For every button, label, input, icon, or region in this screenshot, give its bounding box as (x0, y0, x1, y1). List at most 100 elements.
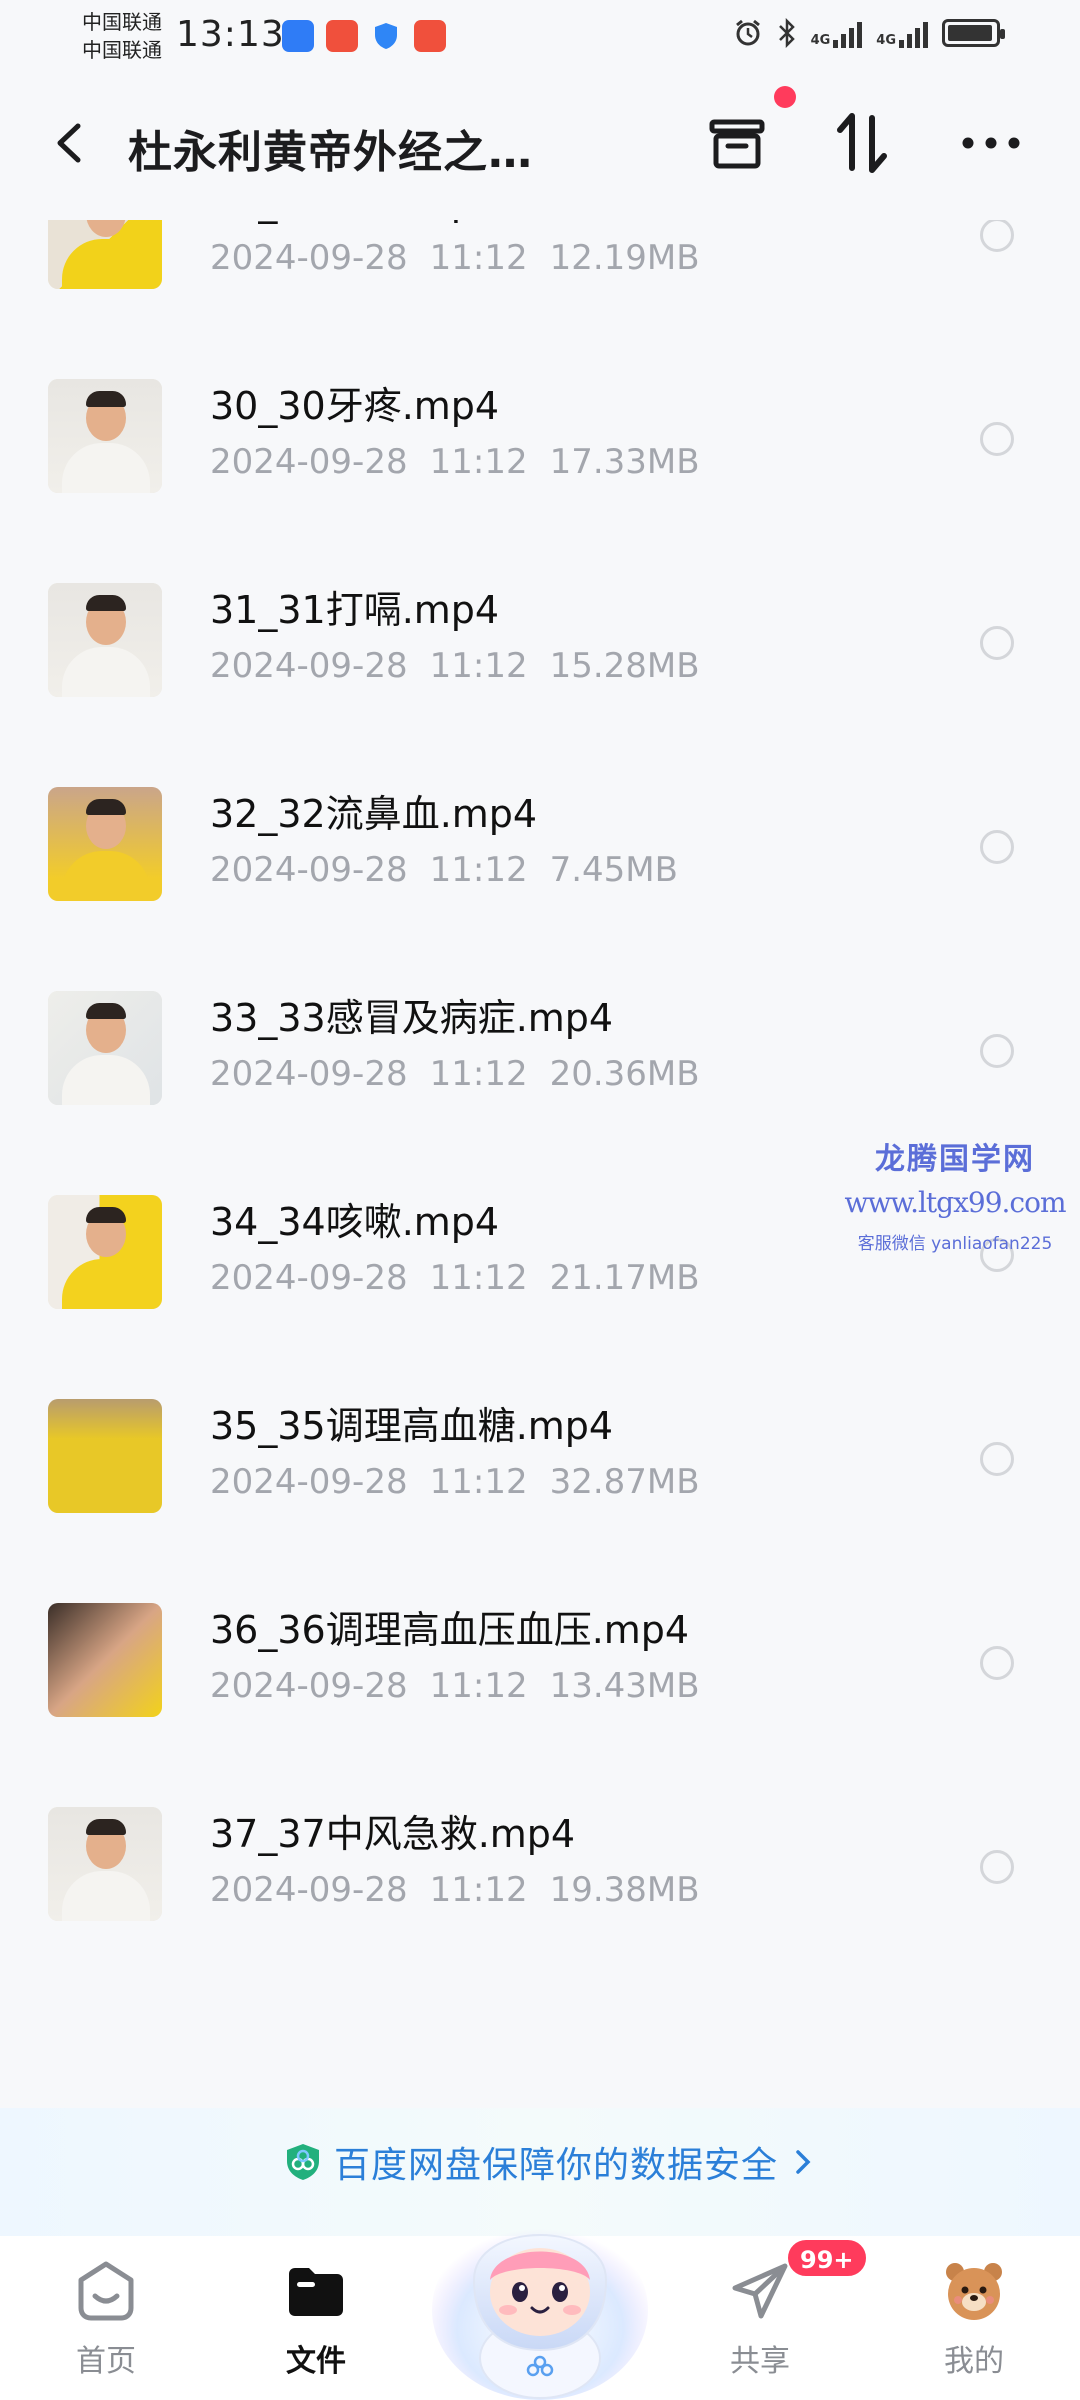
file-name: 33_33感冒及病症.mp4 (210, 996, 614, 1040)
status-time: 13:13 (176, 14, 285, 55)
select-checkbox[interactable] (980, 830, 1014, 864)
back-button[interactable] (48, 118, 92, 168)
file-size: 12.19MB (549, 238, 700, 278)
video-thumbnail[interactable] (48, 1399, 162, 1513)
select-checkbox[interactable] (980, 1850, 1014, 1884)
archive-button[interactable] (700, 106, 774, 180)
file-size: 15.28MB (549, 646, 700, 686)
status-bar: 中国联通 中国联通 13:13 4G 4G (0, 0, 1080, 70)
video-thumbnail[interactable] (48, 1603, 162, 1717)
bluetooth-icon (778, 18, 795, 48)
file-time: 11:12 (429, 1258, 528, 1298)
file-meta: 2024-09-28 11:12 13.43MB (210, 1666, 722, 1706)
page-title: 杜永利黄帝外经之… (128, 127, 533, 178)
nav-home[interactable]: 首页 (36, 2236, 176, 2400)
sort-button[interactable] (826, 106, 900, 180)
select-checkbox[interactable] (980, 1646, 1014, 1680)
file-row[interactable]: 35_35调理高血糖.mp4 2024-09-28 11:12 32.87MB (0, 1370, 1080, 1574)
file-meta: 2024-09-28 11:12 21.17MB (210, 1258, 722, 1298)
file-name: 35_35调理高血糖.mp4 (210, 1404, 614, 1448)
file-time: 11:12 (429, 1870, 528, 1910)
nav-files-label: 文件 (286, 2344, 346, 2379)
file-size: 20.36MB (549, 1054, 700, 1094)
file-name: 37_37中风急救.mp4 (210, 1812, 576, 1856)
file-time: 11:12 (429, 850, 528, 890)
file-name: 34_34咳嗽.mp4 (210, 1200, 500, 1244)
video-thumbnail[interactable] (48, 1195, 162, 1309)
file-date: 2024-09-28 (210, 1054, 408, 1094)
nav-mine[interactable]: 我的 (904, 2236, 1044, 2400)
video-thumbnail[interactable] (48, 991, 162, 1105)
shield-notification-icon (370, 20, 402, 52)
file-time: 11:12 (429, 238, 528, 278)
send-icon (732, 2263, 788, 2319)
alarm-icon (735, 19, 760, 46)
battery-icon (942, 19, 1005, 47)
file-size: 7.45MB (549, 850, 678, 890)
notification-dot (774, 86, 796, 108)
assistant-mascot-button[interactable] (428, 2180, 652, 2400)
file-size: 32.87MB (549, 1462, 700, 1502)
select-checkbox[interactable] (980, 1034, 1014, 1068)
file-size: 13.43MB (549, 1666, 700, 1706)
select-checkbox[interactable] (980, 218, 1014, 252)
video-thumbnail[interactable] (48, 787, 162, 901)
bear-avatar-icon (946, 2263, 1002, 2320)
file-time: 11:12 (429, 646, 528, 686)
file-meta: 2024-09-28 11:12 20.36MB (210, 1054, 722, 1094)
app-notification-icon (282, 20, 314, 52)
nav-mine-label: 我的 (944, 2344, 1004, 2379)
file-row[interactable]: 30_30牙疼.mp4 2024-09-28 11:12 17.33MB (0, 350, 1080, 554)
video-thumbnail[interactable] (48, 1807, 162, 1921)
nav-share-label: 共享 (730, 2344, 790, 2379)
file-date: 2024-09-28 (210, 646, 408, 686)
select-checkbox[interactable] (980, 1442, 1014, 1476)
nav-files[interactable]: 文件 (246, 2236, 386, 2400)
file-time: 11:12 (429, 1054, 528, 1094)
file-date: 2024-09-28 (210, 1462, 408, 1502)
chevron-right-icon (796, 2150, 811, 2174)
file-row[interactable]: 31_31打嗝.mp4 2024-09-28 11:12 15.28MB (0, 554, 1080, 758)
file-meta: 2024-09-28 11:12 7.45MB (210, 850, 700, 890)
file-time: 11:12 (429, 1462, 528, 1502)
share-badge: 99+ (786, 2238, 868, 2278)
top-app-bar: 杜永利黄帝外经之… (0, 70, 1080, 220)
file-meta: 2024-09-28 11:12 12.19MB (210, 238, 722, 278)
video-thumbnail[interactable] (48, 379, 162, 493)
file-name: 36_36调理高血压血压.mp4 (210, 1608, 690, 1652)
file-name: 32_32流鼻血.mp4 (210, 792, 538, 836)
select-checkbox[interactable] (980, 626, 1014, 660)
file-date: 2024-09-28 (210, 238, 408, 278)
status-notification-icons (282, 20, 446, 52)
file-time: 11:12 (429, 442, 528, 482)
signal-icon: 4G (811, 18, 863, 48)
select-checkbox[interactable] (980, 422, 1014, 456)
watermark-url: www.ltgx99.com (844, 1186, 1066, 1219)
file-date: 2024-09-28 (210, 1258, 408, 1298)
carrier-info: 中国联通 中国联通 (82, 8, 162, 64)
file-time: 11:12 (429, 1666, 528, 1706)
file-meta: 2024-09-28 11:12 19.38MB (210, 1870, 722, 1910)
file-row[interactable]: 32_32流鼻血.mp4 2024-09-28 11:12 7.45MB (0, 758, 1080, 962)
file-name: 30_30牙疼.mp4 (210, 384, 500, 428)
file-row[interactable]: 37_37中风急救.mp4 2024-09-28 11:12 19.38MB (0, 1778, 1080, 1982)
file-size: 19.38MB (549, 1870, 700, 1910)
file-meta: 2024-09-28 11:12 32.87MB (210, 1462, 722, 1502)
security-banner-content[interactable]: 百度网盘保障你的数据安全 (284, 2138, 814, 2186)
home-icon (78, 2261, 134, 2321)
watermark-title: 龙腾国学网 (875, 1142, 1035, 1177)
file-name: 31_31打嗝.mp4 (210, 588, 500, 632)
file-size: 21.17MB (549, 1258, 700, 1298)
video-thumbnail[interactable] (48, 583, 162, 697)
file-date: 2024-09-28 (210, 442, 408, 482)
nav-share[interactable]: 99+ 共享 (690, 2236, 868, 2400)
carrier-1: 中国联通 (82, 10, 162, 34)
watermark: 龙腾国学网 www.ltgx99.com 客服微信 yanliaofan225 (830, 1134, 1080, 1254)
signal-icon: 4G (876, 18, 928, 48)
status-indicators: 4G 4G (733, 18, 1005, 48)
watermark-wechat: 客服微信 yanliaofan225 (857, 1234, 1053, 1254)
more-options-button[interactable] (954, 106, 1028, 180)
app-notification-icon (326, 20, 358, 52)
file-date: 2024-09-28 (210, 1666, 408, 1706)
file-row[interactable]: 36_36调理高血压血压.mp4 2024-09-28 11:12 13.43MB (0, 1574, 1080, 1778)
